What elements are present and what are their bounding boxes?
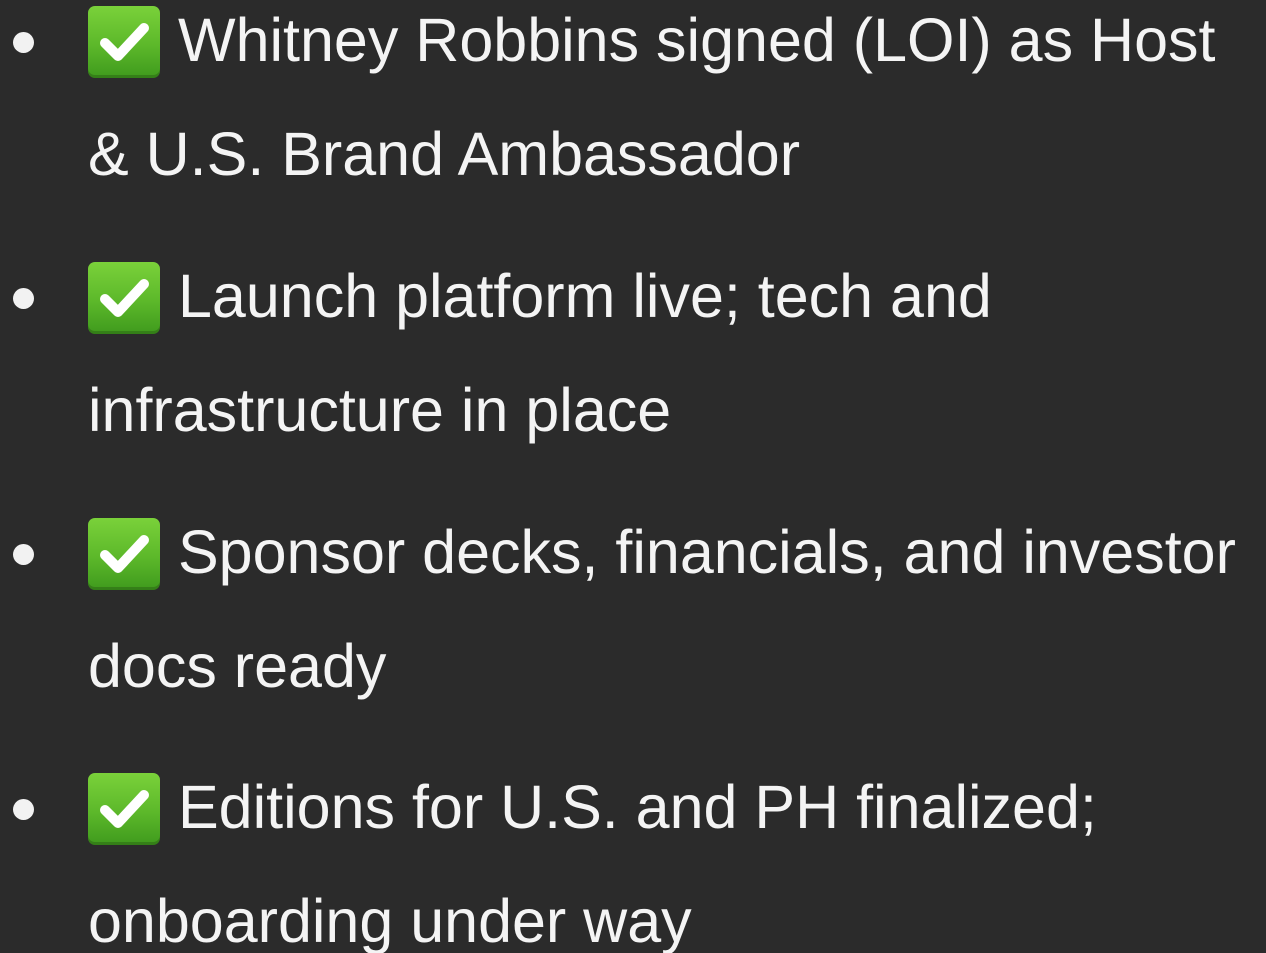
bullet-icon xyxy=(13,799,34,820)
list-item: Editions for U.S. and PH finalized; onbo… xyxy=(0,767,1266,953)
list-item: Launch platform live; tech and infrastru… xyxy=(0,256,1266,486)
list-item-text: Launch platform live; tech and infrastru… xyxy=(88,262,992,444)
list-item-text: Editions for U.S. and PH finalized; onbo… xyxy=(88,773,1097,953)
bullet-icon xyxy=(13,288,34,309)
checklist: Whitney Robbins signed (LOI) as Host & U… xyxy=(0,0,1266,953)
bullet-icon xyxy=(13,32,34,53)
list-item: Whitney Robbins signed (LOI) as Host & U… xyxy=(0,0,1266,230)
list-item-text: Whitney Robbins signed (LOI) as Host & U… xyxy=(88,6,1216,188)
list-item-text: Sponsor decks, financials, and investor … xyxy=(88,518,1236,700)
list-item: Sponsor decks, financials, and investor … xyxy=(0,512,1266,742)
bullet-icon xyxy=(13,544,34,565)
